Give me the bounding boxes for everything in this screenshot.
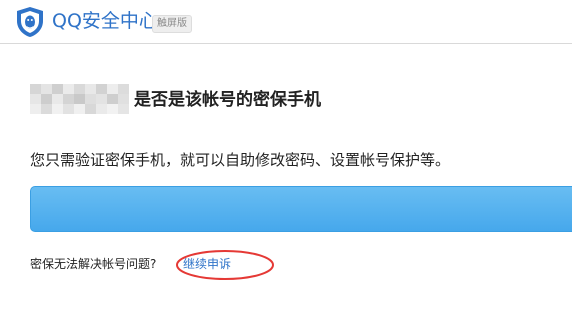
red-annotation-ellipse: [176, 250, 274, 280]
description-text: 您只需验证密保手机，就可以自助修改密码、设置帐号保护等。: [30, 151, 451, 169]
masked-account-number: [30, 82, 140, 114]
verify-phone-button[interactable]: [30, 186, 572, 232]
touch-version-badge: 触屏版: [152, 15, 192, 33]
help-question-text: 密保无法解决帐号问题?: [30, 257, 157, 271]
page-heading: 是否是该帐号的密保手机: [134, 90, 321, 110]
top-header: QQ安全中心 触屏版: [0, 0, 572, 44]
qq-shield-logo-icon: [17, 7, 43, 37]
site-title: QQ安全中心: [52, 10, 158, 32]
